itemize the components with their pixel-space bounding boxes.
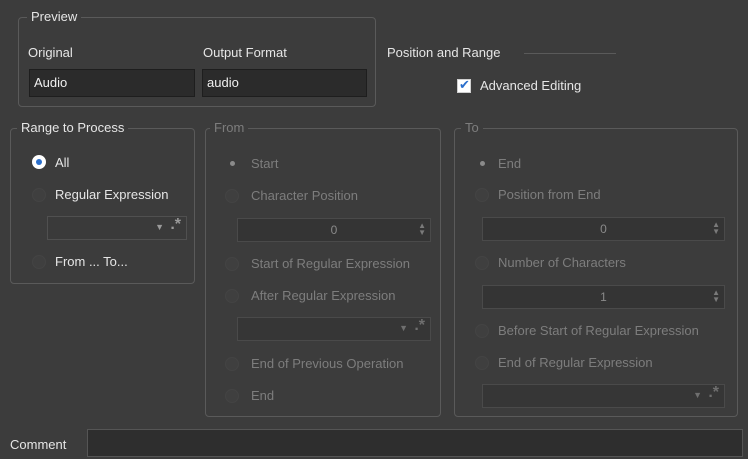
- comment-field[interactable]: [87, 429, 743, 457]
- original-field[interactable]: Audio: [29, 69, 195, 97]
- to-end-label[interactable]: End: [498, 156, 521, 172]
- pos-from-end-value: 0: [600, 222, 607, 236]
- end-prev-op-radio[interactable]: [225, 357, 239, 371]
- end-regex-combo[interactable]: ▼ .*: [482, 384, 725, 408]
- spinner-arrows-icon: ▲ ▼: [712, 220, 720, 236]
- spinner-arrows-icon: ▲ ▼: [418, 221, 426, 237]
- from-group: From Start Character Position 0 ▲ ▼ Start…: [205, 120, 441, 417]
- regex-radio[interactable]: [32, 188, 46, 202]
- pos-from-end-label[interactable]: Position from End: [498, 187, 601, 203]
- preview-group: Preview Original Output Format Audio aud…: [18, 9, 376, 107]
- regex-icon: .*: [708, 384, 719, 401]
- start-regex-label[interactable]: Start of Regular Expression: [251, 256, 410, 272]
- num-chars-value: 1: [600, 290, 607, 304]
- original-label: Original: [28, 45, 73, 60]
- from-to-radio[interactable]: [32, 255, 46, 269]
- pos-from-end-spinner[interactable]: 0 ▲ ▼: [482, 217, 725, 241]
- regex-icon: .*: [170, 216, 181, 233]
- spinner-arrows-icon: ▲ ▼: [712, 288, 720, 304]
- before-start-regex-radio[interactable]: [475, 324, 489, 338]
- to-title: To: [461, 120, 483, 136]
- num-chars-spinner[interactable]: 1 ▲ ▼: [482, 285, 725, 309]
- char-position-value: 0: [330, 223, 338, 237]
- all-radio[interactable]: [32, 155, 46, 169]
- range-to-process-title: Range to Process: [17, 120, 129, 136]
- before-start-regex-label[interactable]: Before Start of Regular Expression: [498, 323, 699, 339]
- from-end-label[interactable]: End: [251, 388, 274, 404]
- advanced-editing-checkbox[interactable]: ✔: [457, 77, 471, 93]
- num-chars-radio[interactable]: [475, 256, 489, 270]
- regex-icon: .*: [414, 317, 425, 334]
- to-group: To End Position from End 0 ▲ ▼ Number of …: [454, 120, 738, 417]
- char-position-radio[interactable]: [225, 189, 239, 203]
- after-regex-radio[interactable]: [225, 289, 239, 303]
- preview-title: Preview: [27, 9, 82, 25]
- end-regex-radio[interactable]: [475, 356, 489, 370]
- from-end-radio[interactable]: [225, 389, 239, 403]
- position-range-divider: [524, 53, 616, 54]
- end-regex-label[interactable]: End of Regular Expression: [498, 355, 653, 371]
- output-format-field[interactable]: audio: [202, 69, 367, 97]
- comment-label: Comment: [10, 437, 67, 452]
- after-regex-label[interactable]: After Regular Expression: [251, 288, 396, 304]
- from-to-label[interactable]: From ... To...: [55, 254, 128, 270]
- num-chars-label[interactable]: Number of Characters: [498, 255, 626, 271]
- chevron-down-icon: ▼: [155, 222, 164, 232]
- advanced-editing-label[interactable]: Advanced Editing: [480, 78, 581, 94]
- output-format-label: Output Format: [203, 45, 287, 60]
- to-end-radio[interactable]: [475, 156, 489, 170]
- start-regex-radio[interactable]: [225, 257, 239, 271]
- from-start-radio[interactable]: [225, 156, 239, 170]
- char-position-spinner[interactable]: 0 ▲ ▼: [237, 218, 431, 242]
- all-label[interactable]: All: [55, 155, 69, 171]
- after-regex-combo[interactable]: ▼ .*: [237, 317, 431, 341]
- pos-from-end-radio[interactable]: [475, 188, 489, 202]
- check-icon: ✔: [459, 77, 470, 92]
- regex-label[interactable]: Regular Expression: [55, 187, 168, 203]
- position-range-title: Position and Range: [387, 45, 501, 60]
- chevron-down-icon: ▼: [399, 323, 408, 333]
- regex-combo[interactable]: ▼ .*: [47, 216, 187, 240]
- range-to-process-group: Range to Process All Regular Expression …: [10, 120, 195, 284]
- from-start-label[interactable]: Start: [251, 156, 278, 172]
- char-position-label[interactable]: Character Position: [251, 188, 358, 204]
- end-prev-op-label[interactable]: End of Previous Operation: [251, 356, 403, 372]
- from-title: From: [210, 120, 249, 136]
- chevron-down-icon: ▼: [693, 390, 702, 400]
